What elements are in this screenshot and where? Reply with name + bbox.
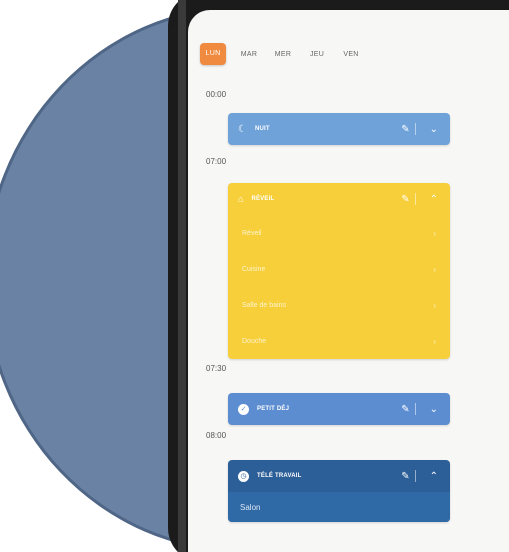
card-header: ◷ TÉLÉ TRAVAIL ✎ ⌃ [228, 460, 450, 492]
moon-icon: ☾ [238, 123, 247, 135]
list-item[interactable]: Salle de bains › [228, 287, 450, 323]
chevron-up-icon[interactable]: ⌃ [430, 194, 438, 205]
tab-lun[interactable]: LUN [200, 43, 226, 65]
time-label: 08:00 [206, 431, 227, 440]
time-label: 07:30 [206, 364, 227, 373]
card-title: RÉVEIL [251, 196, 275, 202]
card-title: TÉLÉ TRAVAIL [257, 473, 302, 479]
list-item[interactable]: Réveil › [228, 215, 450, 251]
card-reveil[interactable]: ⌂ RÉVEIL ✎ ⌃ Réveil › Cuisine › Salle de b… [228, 183, 450, 359]
tab-mar[interactable]: MAR [232, 51, 266, 58]
bed-icon: ⌂ [238, 194, 244, 204]
card-nuit[interactable]: ☾ NUIT ✎ ⌄ [228, 113, 450, 145]
arrow-icon: › [433, 228, 436, 238]
time-label: 07:00 [206, 157, 227, 166]
time-label: 00:00 [206, 90, 227, 99]
pencil-icon[interactable]: ✎ [401, 194, 409, 205]
arrow-icon: › [433, 300, 436, 310]
list-item-label: Salle de bains [242, 301, 286, 309]
stage: LUN MAR MER JEU VEN 00:00 ☾ NUIT ✎ ⌄ 07:… [0, 0, 509, 552]
pencil-icon[interactable]: ✎ [401, 471, 409, 482]
arrow-icon: › [433, 264, 436, 274]
phone-edge [178, 0, 186, 552]
card-header: ✓ PETIT DÉJ ✎ ⌄ [228, 393, 450, 425]
card-title: PETIT DÉJ [257, 406, 290, 412]
check-icon: ✓ [238, 403, 249, 415]
chevron-up-icon[interactable]: ⌃ [430, 471, 438, 482]
day-tabs: LUN MAR MER JEU VEN [200, 42, 368, 66]
list-item-label: Réveil [242, 229, 262, 237]
card-tools: ✎ ⌃ [401, 183, 438, 215]
tab-ven[interactable]: VEN [334, 51, 368, 58]
card-petit-dej[interactable]: ✓ PETIT DÉJ ✎ ⌄ [228, 393, 450, 425]
app-screen: LUN MAR MER JEU VEN 00:00 ☾ NUIT ✎ ⌄ 07:… [188, 10, 509, 552]
arrow-icon: › [433, 336, 436, 346]
pencil-icon[interactable]: ✎ [401, 404, 409, 415]
chevron-down-icon[interactable]: ⌄ [430, 404, 438, 415]
card-header: ⌂ RÉVEIL ✎ ⌃ [228, 183, 450, 215]
card-tools: ✎ ⌄ [401, 393, 438, 425]
tab-mer[interactable]: MER [266, 51, 300, 58]
pencil-icon[interactable]: ✎ [401, 124, 409, 135]
tab-jeu[interactable]: JEU [300, 51, 334, 58]
list-item[interactable]: Cuisine › [228, 251, 450, 287]
chevron-down-icon[interactable]: ⌄ [430, 124, 438, 135]
card-title: NUIT [254, 126, 270, 132]
card-header: ☾ NUIT ✎ ⌄ [228, 113, 450, 145]
list-item[interactable]: Douche › [228, 323, 450, 359]
list-item-label: Douche [242, 337, 267, 345]
room-label: Salon [228, 492, 450, 522]
card-tele-travail[interactable]: ◷ TÉLÉ TRAVAIL ✎ ⌃ Salon [228, 460, 450, 522]
card-tools: ✎ ⌃ [401, 460, 438, 492]
clock-icon: ◷ [238, 470, 249, 482]
card-tools: ✎ ⌄ [401, 113, 438, 145]
list-item-label: Cuisine [242, 265, 266, 273]
